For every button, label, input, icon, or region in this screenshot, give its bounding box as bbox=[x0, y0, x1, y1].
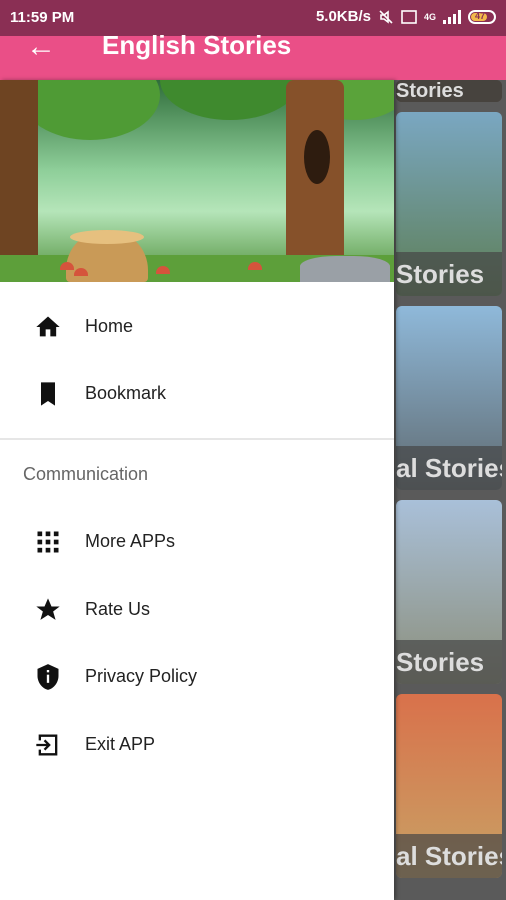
back-arrow-icon[interactable]: ← bbox=[26, 30, 56, 64]
status-icons: 5.0KB/s 4G 47 bbox=[316, 8, 496, 25]
star-icon bbox=[36, 598, 60, 620]
exit-icon bbox=[36, 734, 58, 756]
app-bar: ← English Stories bbox=[0, 30, 506, 80]
status-time: 11:59 PM bbox=[10, 9, 75, 26]
story-card-caption: al Stories bbox=[396, 834, 502, 878]
story-card[interactable]: Stories bbox=[396, 500, 502, 684]
story-card[interactable]: Stories bbox=[396, 80, 502, 102]
story-card-caption: Stories bbox=[396, 80, 502, 102]
battery-level: 47 bbox=[475, 10, 486, 21]
divider bbox=[0, 438, 394, 440]
menu-item-exit-app[interactable]: Exit APP bbox=[0, 717, 394, 773]
story-card[interactable]: al Stories bbox=[396, 306, 502, 490]
menu-item-bookmark[interactable]: Bookmark bbox=[0, 366, 394, 422]
menu-item-privacy-policy[interactable]: Privacy Policy bbox=[0, 649, 394, 705]
hd-icon bbox=[401, 9, 417, 24]
menu-item-label: Rate Us bbox=[85, 599, 151, 619]
battery-icon: 47 bbox=[468, 9, 496, 24]
story-card[interactable]: al Stories bbox=[396, 694, 502, 878]
menu-item-more-apps[interactable]: More APPs bbox=[0, 514, 394, 570]
menu-item-label: Privacy Policy bbox=[85, 666, 198, 686]
story-card-caption: Stories bbox=[396, 640, 502, 684]
network-speed: 5.0KB/s bbox=[315, 8, 371, 25]
shield-info-icon bbox=[37, 664, 59, 690]
menu-item-home[interactable]: Home bbox=[0, 299, 394, 355]
story-card[interactable]: Stories bbox=[396, 112, 502, 296]
signal-icon bbox=[443, 9, 461, 24]
menu-item-label: Exit APP bbox=[85, 734, 156, 754]
menu-item-label: Home bbox=[85, 316, 134, 336]
drawer-header-image bbox=[0, 80, 394, 282]
section-title-communication: Communication bbox=[23, 464, 149, 484]
mute-icon bbox=[379, 9, 393, 24]
story-card-caption: al Stories bbox=[396, 446, 502, 490]
menu-item-rate-us[interactable]: Rate Us bbox=[0, 582, 394, 638]
network-type: 4G bbox=[423, 11, 436, 22]
bookmark-icon bbox=[41, 382, 55, 406]
story-card-caption: Stories bbox=[396, 252, 502, 296]
home-icon bbox=[36, 316, 60, 337]
navigation-drawer: Home Bookmark Communication More APPs Ra… bbox=[0, 80, 394, 900]
grid-icon bbox=[37, 531, 59, 553]
app-title: English Stories bbox=[102, 30, 292, 60]
menu-item-label: More APPs bbox=[85, 531, 176, 551]
menu-item-label: Bookmark bbox=[85, 383, 167, 403]
